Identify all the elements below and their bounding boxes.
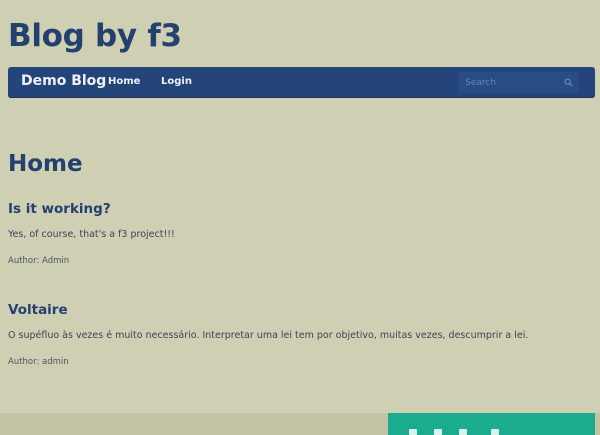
nav-link-login[interactable]: Login	[161, 76, 192, 87]
post-title[interactable]: Is it working?	[8, 201, 593, 217]
post-body: O supéfluo às vezes é muito necessário. …	[8, 330, 529, 341]
social-icon[interactable]	[459, 429, 467, 435]
footer-bar	[0, 413, 600, 435]
post-author: Author: admin	[8, 357, 69, 367]
page-heading: Home	[8, 151, 83, 178]
social-icon[interactable]	[491, 429, 499, 435]
social-icon[interactable]	[409, 429, 417, 435]
search-box	[458, 72, 579, 93]
post-author: Author: Admin	[8, 256, 70, 266]
search-input[interactable]	[458, 72, 565, 93]
search-icon[interactable]	[564, 78, 573, 87]
social-icon[interactable]	[434, 429, 442, 435]
post-title[interactable]: Voltaire	[8, 302, 593, 318]
navbar: Demo Blog Home Login	[8, 67, 595, 98]
site-title: Blog by f3	[8, 18, 182, 54]
nav-link-home[interactable]: Home	[108, 76, 140, 87]
post-body: Yes, of course, that's a f3 project!!!	[8, 229, 175, 240]
footer-social-bar[interactable]	[388, 413, 595, 435]
post-item: Voltaire O supéfluo às vezes é muito nec…	[8, 302, 593, 367]
post-item: Is it working? Yes, of course, that's a …	[8, 201, 593, 266]
brand-link[interactable]: Demo Blog	[21, 73, 106, 89]
